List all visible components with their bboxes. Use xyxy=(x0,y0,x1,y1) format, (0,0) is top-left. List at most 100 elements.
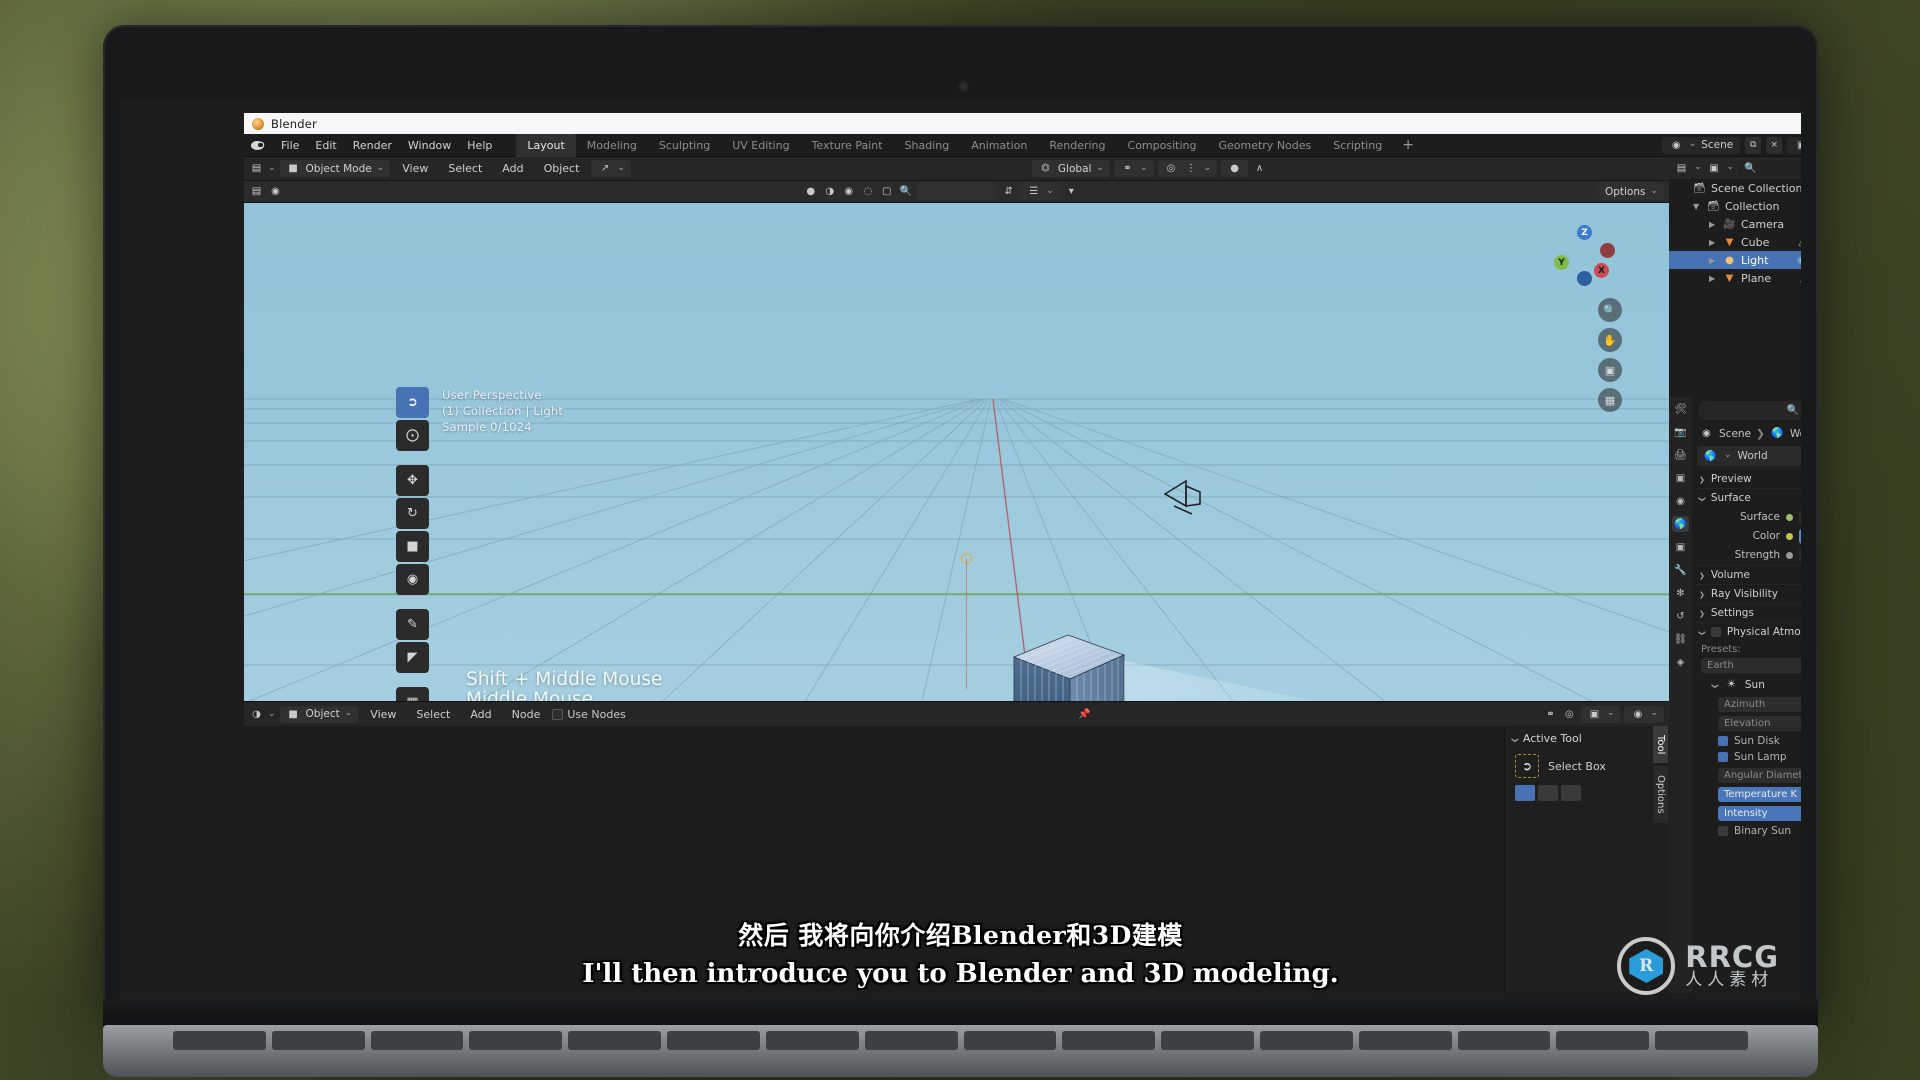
key[interactable] xyxy=(469,1031,563,1050)
view-layer-selector[interactable]: ▣ ViewLayer xyxy=(1787,136,1801,154)
key[interactable] xyxy=(1655,1031,1748,1050)
workspace-tab-rendering[interactable]: Rendering xyxy=(1038,134,1116,157)
outliner-row-plane[interactable]: ▶ ▼ Plane △ xyxy=(1669,269,1801,287)
search-icon[interactable]: 🔍 xyxy=(898,184,913,199)
outliner-row-scene-collection[interactable]: 🗃 Scene Collection xyxy=(1669,179,1801,197)
workspace-tab-layout[interactable]: Layout xyxy=(516,133,576,157)
tool-select-box[interactable]: ➲ xyxy=(396,387,429,418)
binary-sun-row[interactable]: Binary Sun xyxy=(1692,823,1801,839)
properties-tab-data[interactable]: ◈ xyxy=(1672,654,1689,670)
outliner-row-cube[interactable]: ▶ ▼ Cube △ xyxy=(1669,233,1801,251)
camera-object[interactable] xyxy=(1162,478,1204,518)
properties-tab-object[interactable]: ▣ xyxy=(1672,539,1689,555)
key[interactable] xyxy=(765,1031,859,1050)
properties-tab-output[interactable]: 🖨 xyxy=(1672,447,1689,463)
viewport-menu-object[interactable]: Object xyxy=(536,162,588,175)
pin-icon[interactable]: 📌 xyxy=(1077,707,1092,722)
workspace-tab-geometry-nodes[interactable]: Geometry Nodes xyxy=(1207,134,1322,157)
key[interactable] xyxy=(963,1031,1057,1050)
viewport-menu-view[interactable]: View xyxy=(394,162,436,175)
workspace-tab-modeling[interactable]: Modeling xyxy=(576,134,648,157)
node-menu-node[interactable]: Node xyxy=(504,708,549,721)
shading-rendered-icon[interactable]: ◉ xyxy=(841,184,856,199)
workspace-tab-uv-editing[interactable]: UV Editing xyxy=(721,134,800,157)
key[interactable] xyxy=(1457,1031,1551,1050)
sun-lamp-row[interactable]: Sun Lamp xyxy=(1692,749,1801,765)
mesh-data-icon[interactable]: △ xyxy=(1800,273,1801,284)
tab-tool[interactable]: Tool xyxy=(1653,726,1668,764)
sun-disk-row[interactable]: Sun Disk xyxy=(1692,733,1801,749)
workspace-tab-animation[interactable]: Animation xyxy=(960,134,1038,157)
properties-tab-world[interactable]: 🌎 xyxy=(1672,516,1689,532)
physical-atmosphere-checkbox[interactable] xyxy=(1710,627,1721,637)
tool-move[interactable]: ✥ xyxy=(396,465,429,496)
zoom-icon[interactable]: 🔍 xyxy=(1598,298,1622,322)
3d-viewport[interactable]: User Perspective (1) Collection | Light … xyxy=(244,203,1669,701)
tool-transform[interactable]: ◉ xyxy=(396,564,429,595)
binary-sun-checkbox[interactable] xyxy=(1718,826,1728,836)
disclosure-triangle-icon[interactable]: ▶ xyxy=(1709,256,1718,265)
node-menu-add[interactable]: Add xyxy=(462,708,499,721)
falloff-curve-icon[interactable]: ∧ xyxy=(1252,161,1267,176)
outliner[interactable]: 🗃 Scene Collection ▼ 🗃 Collection ▶ 🎥 Ca… xyxy=(1669,179,1801,397)
tool-annotate[interactable]: ✎ xyxy=(396,609,429,640)
preset-value[interactable]: Earth xyxy=(1701,657,1801,673)
properties-tab-scene[interactable]: ◉ xyxy=(1672,493,1689,509)
workspace-tab-compositing[interactable]: Compositing xyxy=(1117,134,1208,157)
key[interactable] xyxy=(1259,1031,1353,1050)
shading-material-icon[interactable]: ◑ xyxy=(822,184,837,199)
disclosure-triangle-icon[interactable]: ▼ xyxy=(1693,202,1702,211)
surface-strength-value[interactable]: 1.000 xyxy=(1799,547,1801,563)
key[interactable] xyxy=(1062,1031,1156,1050)
overlay-icon[interactable]: ◎ xyxy=(1562,707,1577,722)
tab-options[interactable]: Options xyxy=(1653,766,1668,824)
navigation-gizmo[interactable]: Z Y X xyxy=(1554,225,1615,286)
gizmo-axis-y[interactable]: Y xyxy=(1554,255,1569,270)
azimuth-field[interactable]: Azimuth xyxy=(1718,696,1801,712)
object-mode-dropdown[interactable]: ■ Object Mode xyxy=(279,160,391,177)
snap-toggle[interactable]: ● xyxy=(1221,160,1249,177)
gizmo-axis-x-neg[interactable] xyxy=(1600,243,1615,258)
workspace-tab-texture-paint[interactable]: Texture Paint xyxy=(801,134,894,157)
key[interactable] xyxy=(1358,1031,1452,1050)
outliner-row-camera[interactable]: ▶ 🎥 Camera ▣ xyxy=(1669,215,1801,233)
shader-type-dropdown[interactable]: ■ Object xyxy=(279,705,359,723)
unlink-scene-button[interactable]: × xyxy=(1766,136,1783,154)
properties-tab-view-layer[interactable]: ▣ xyxy=(1672,470,1689,486)
properties-tab-render[interactable]: 📷 xyxy=(1672,424,1689,440)
editor-type-icon[interactable]: ◑ xyxy=(249,707,264,722)
properties-tab-tool[interactable]: 🛠 xyxy=(1672,401,1689,417)
select-extend-icon[interactable] xyxy=(1538,785,1558,801)
xray-icon[interactable]: ▢ xyxy=(879,184,894,199)
menu-window[interactable]: Window xyxy=(400,139,459,152)
tool-rotate[interactable]: ↻ xyxy=(396,498,429,529)
properties-search-input[interactable]: 🔍 xyxy=(1698,401,1801,420)
properties-tab-particles[interactable]: ✻ xyxy=(1672,585,1689,601)
section-settings[interactable]: Settings xyxy=(1692,603,1801,622)
key[interactable] xyxy=(1161,1031,1254,1050)
node-menu-select[interactable]: Select xyxy=(408,708,458,721)
workspace-tab-shading[interactable]: Shading xyxy=(894,134,961,157)
light-data-icon[interactable]: ◉ xyxy=(1797,255,1801,266)
breadcrumb-world[interactable]: World xyxy=(1790,428,1801,440)
blender-logo-icon[interactable] xyxy=(250,138,266,152)
tool-scale[interactable]: ■ xyxy=(396,531,429,562)
filter-dropdown[interactable]: ☰ xyxy=(1020,183,1060,200)
properties-tab-constraints[interactable]: ⛓ xyxy=(1672,631,1689,647)
section-sun[interactable]: ☀ Sun xyxy=(1692,675,1801,694)
menu-edit[interactable]: Edit xyxy=(307,139,344,152)
node-shading-dropdown[interactable]: ◉ xyxy=(1624,705,1665,723)
elevation-field[interactable]: Elevation xyxy=(1718,715,1801,731)
active-tool-panel-header[interactable]: Active Tool ≡ xyxy=(1505,726,1669,749)
section-volume[interactable]: Volume xyxy=(1692,565,1801,584)
tool-measure[interactable]: ◤ xyxy=(396,642,429,673)
tool-cursor[interactable]: ⨀ xyxy=(396,420,429,451)
breadcrumb-scene[interactable]: Scene xyxy=(1719,428,1751,440)
key[interactable] xyxy=(864,1031,958,1050)
active-tool-row[interactable]: ➲ Select Box xyxy=(1505,749,1669,783)
sun-lamp-checkbox[interactable] xyxy=(1718,752,1728,762)
new-scene-button[interactable]: ⧉ xyxy=(1745,136,1762,154)
overlays-icon[interactable]: ◌ xyxy=(860,184,875,199)
mesh-data-icon[interactable]: △ xyxy=(1798,237,1801,248)
select-subtract-icon[interactable] xyxy=(1561,785,1581,801)
